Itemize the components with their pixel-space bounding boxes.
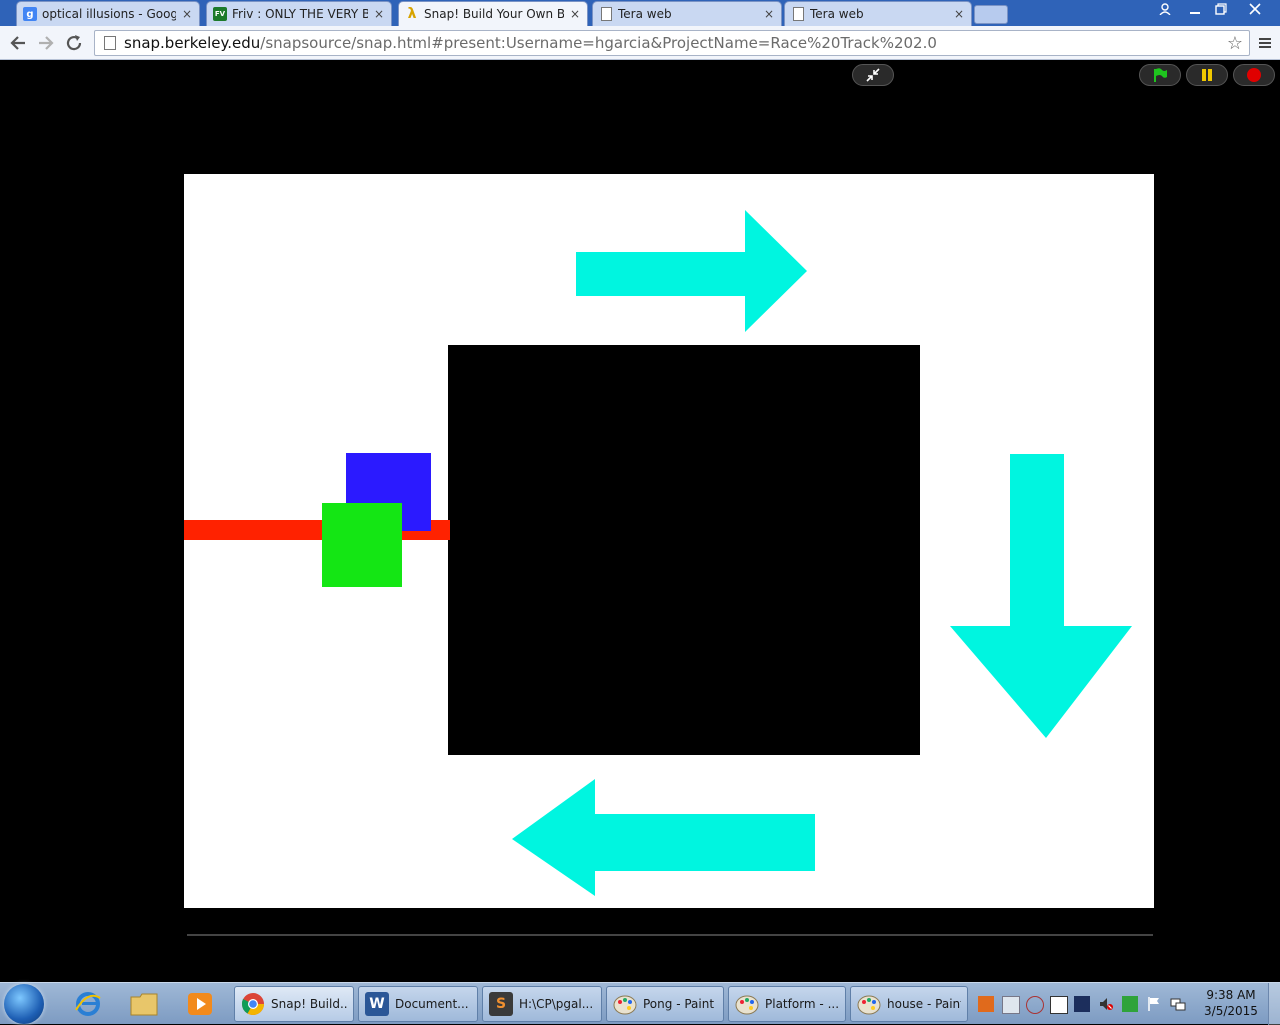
tab-label: Tera web xyxy=(618,7,672,21)
taskbar-button-sublime[interactable]: S H:\CP\pgal... xyxy=(482,986,602,1022)
tab-label: optical illusions - Google S xyxy=(42,7,176,21)
start-button[interactable] xyxy=(4,984,44,1024)
url-path: /snapsource/snap.html#present:Username=h… xyxy=(260,34,937,52)
tab-snap[interactable]: λ Snap! Build Your Own Blo × xyxy=(398,1,588,26)
exit-presentation-icon[interactable] xyxy=(852,64,894,86)
tab-tera-web-2[interactable]: Tera web × xyxy=(784,1,972,26)
monitor-tray-icon[interactable] xyxy=(1074,996,1090,1012)
show-desktop-button[interactable] xyxy=(1268,983,1280,1025)
vm-tray-icon[interactable] xyxy=(1050,996,1068,1014)
snap-stage[interactable] xyxy=(184,174,1154,908)
page-icon xyxy=(791,7,805,21)
tab-friv[interactable]: FV Friv : ONLY THE VERY BES × xyxy=(206,1,392,26)
green-car-sprite[interactable] xyxy=(322,503,402,587)
tab-strip: g optical illusions - Google S × FV Friv… xyxy=(0,0,1280,26)
url-host: snap.berkeley.edu xyxy=(124,34,261,52)
taskbar-button-label: Platform - ... xyxy=(765,997,839,1011)
paint-icon xyxy=(613,992,637,1016)
minimize-button[interactable] xyxy=(1182,0,1208,18)
taskbar-button-label: house - Paint xyxy=(887,997,961,1011)
office-tray-icon[interactable] xyxy=(978,996,994,1012)
google-icon: g xyxy=(23,7,37,21)
file-explorer-icon[interactable] xyxy=(122,986,166,1022)
volume-muted-icon[interactable] xyxy=(1098,996,1114,1012)
chrome-menu-icon[interactable] xyxy=(1254,31,1276,55)
taskbar-button-snap[interactable]: Snap! Build... xyxy=(234,986,354,1022)
reload-button[interactable] xyxy=(62,31,86,55)
tab-close-icon[interactable]: × xyxy=(373,7,385,21)
pause-icon[interactable] xyxy=(1186,64,1228,86)
system-tray xyxy=(972,983,1200,1025)
taskbar-button-house-paint[interactable]: house - Paint xyxy=(850,986,968,1022)
tab-close-icon[interactable]: × xyxy=(763,7,775,21)
media-player-icon[interactable] xyxy=(178,986,222,1022)
tab-label: Friv : ONLY THE VERY BES xyxy=(232,7,368,21)
taskbar-button-label: Document... xyxy=(395,997,469,1011)
forward-button[interactable] xyxy=(34,31,58,55)
tab-optical-illusions[interactable]: g optical illusions - Google S × xyxy=(16,1,200,26)
taskbar-button-word[interactable]: W Document... xyxy=(358,986,478,1022)
snap-lambda-icon: λ xyxy=(407,6,417,22)
taskbar-button-pong-paint[interactable]: Pong - Paint xyxy=(606,986,724,1022)
word-icon: W xyxy=(365,992,389,1016)
update-tray-icon[interactable] xyxy=(1122,996,1138,1012)
taskbar-button-label: Snap! Build... xyxy=(271,997,347,1011)
back-button[interactable] xyxy=(6,31,30,55)
sublime-icon: S xyxy=(489,992,513,1016)
network-icon[interactable] xyxy=(1170,996,1186,1012)
clock-date: 3/5/2015 xyxy=(1204,1004,1258,1018)
restore-button[interactable] xyxy=(1208,0,1234,18)
address-bar[interactable]: snap.berkeley.edu/snapsource/snap.html#p… xyxy=(94,30,1250,56)
tab-tera-web-1[interactable]: Tera web × xyxy=(592,1,782,26)
url-text: snap.berkeley.edu/snapsource/snap.html#p… xyxy=(124,34,937,52)
profile-icon[interactable] xyxy=(1152,0,1178,18)
taskbar-button-platform-paint[interactable]: Platform - ... xyxy=(728,986,846,1022)
browser-toolbar: snap.berkeley.edu/snapsource/snap.html#p… xyxy=(0,26,1280,60)
system-clock[interactable]: 9:38 AM 3/5/2015 xyxy=(1200,987,1262,1019)
page-icon xyxy=(599,7,613,21)
internet-explorer-icon[interactable] xyxy=(66,986,110,1022)
bookmark-star-icon[interactable]: ☆ xyxy=(1227,33,1243,54)
tab-close-icon[interactable]: × xyxy=(181,7,193,21)
paint-icon xyxy=(735,992,759,1016)
chrome-icon xyxy=(241,992,265,1016)
close-window-button[interactable] xyxy=(1238,0,1272,18)
tool-tray-icon[interactable] xyxy=(1002,996,1020,1014)
taskbar-button-label: Pong - Paint xyxy=(643,997,715,1011)
page-info-icon[interactable] xyxy=(104,36,116,50)
security-tray-icon[interactable] xyxy=(1026,996,1044,1014)
clock-time: 9:38 AM xyxy=(1206,988,1256,1002)
taskbar: Snap! Build... W Document... S H:\CP\pga… xyxy=(0,982,1280,1025)
center-block xyxy=(448,345,920,755)
stage-bottom-edge xyxy=(187,934,1153,936)
snap-presentation xyxy=(0,60,1280,982)
tab-label: Tera web xyxy=(810,7,864,21)
tab-label: Snap! Build Your Own Blo xyxy=(424,7,564,21)
tab-close-icon[interactable]: × xyxy=(953,7,965,21)
stop-icon[interactable] xyxy=(1233,64,1275,86)
new-tab-button[interactable] xyxy=(974,5,1008,24)
taskbar-button-label: H:\CP\pgal... xyxy=(519,997,594,1011)
green-flag-icon[interactable] xyxy=(1139,64,1181,86)
tab-close-icon[interactable]: × xyxy=(569,7,581,21)
friv-icon: FV xyxy=(213,7,227,21)
paint-icon xyxy=(857,992,881,1016)
action-center-flag-icon[interactable] xyxy=(1146,996,1162,1012)
